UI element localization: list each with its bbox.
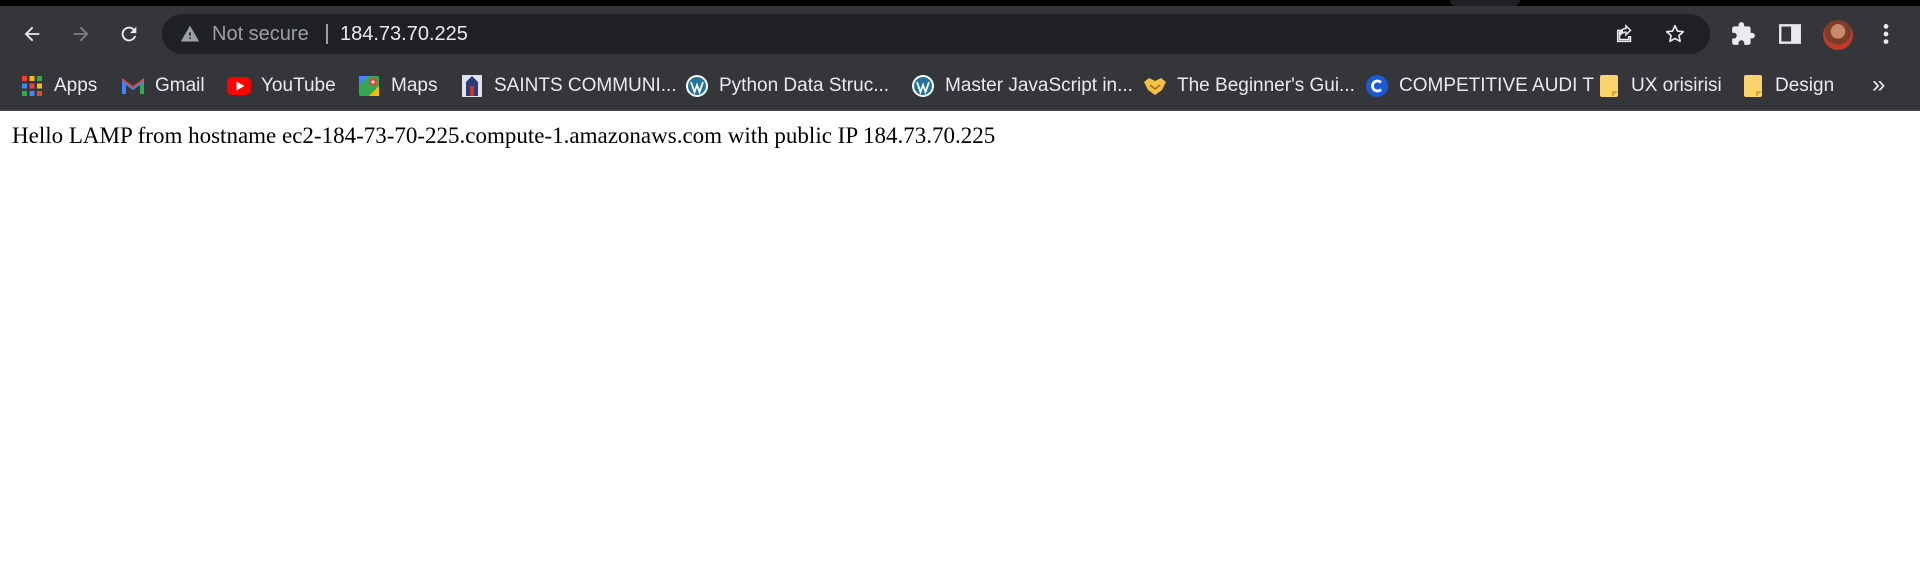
bookmark-label: The Beginner's Gui...: [1177, 75, 1355, 96]
reload-icon: [121, 26, 137, 42]
bookmark-saints-communi[interactable]: SAINTS COMMUNI...: [460, 62, 677, 110]
bookmark-python-data-struc[interactable]: Python Data Struc...: [685, 62, 889, 110]
page-content: Hello LAMP from hostname ec2-184-73-70-2…: [0, 111, 1920, 568]
maps-icon: [357, 74, 381, 98]
bookmark-label: Apps: [54, 75, 98, 96]
extensions-puzzle-icon[interactable]: [1730, 21, 1756, 47]
bookmark-ux-orisirisi[interactable]: UX orisirisi: [1597, 62, 1722, 110]
star-icon[interactable]: [1664, 23, 1686, 45]
bookmark-master-javascript[interactable]: Master JavaScript in...: [911, 62, 1133, 110]
bookmark-label: Gmail: [155, 75, 205, 96]
bookmark-label: Design: [1775, 75, 1835, 96]
hello-message: Hello LAMP from hostname ec2-184-73-70-2…: [12, 123, 996, 148]
bookmark-design[interactable]: Design: [1741, 62, 1834, 110]
gmail-icon: [121, 74, 145, 98]
bookmark-label: Maps: [391, 75, 438, 96]
bookmark-youtube[interactable]: YouTube: [227, 62, 336, 110]
forward-arrow-icon: [73, 26, 89, 42]
share-icon[interactable]: [1614, 23, 1636, 45]
note-icon: [1741, 74, 1765, 98]
bookmark-label: COMPETITIVE AUDI T: [1399, 75, 1594, 96]
back-arrow-icon: [24, 26, 40, 42]
bookmark-label: UX orisirisi: [1631, 75, 1722, 96]
security-status[interactable]: Not secure: [212, 14, 309, 54]
wordpress-icon: [911, 74, 935, 98]
reload-button[interactable]: [110, 15, 148, 53]
bookmarks-overflow-button[interactable]: »: [1872, 62, 1885, 110]
note-icon: [1597, 74, 1621, 98]
browser-toolbar: Not secure 184.73.70.225: [0, 6, 1920, 62]
bookmark-label: Master JavaScript in...: [945, 75, 1133, 96]
side-panel-icon[interactable]: [1777, 21, 1803, 47]
apps-grid-icon: [20, 74, 44, 98]
bookmark-competitive-audi[interactable]: COMPETITIVE AUDI T: [1365, 62, 1594, 110]
bookmark-label: SAINTS COMMUNI...: [494, 75, 677, 96]
bookmark-apps[interactable]: Apps: [20, 62, 97, 110]
youtube-icon: [227, 74, 251, 98]
c-logo-icon: [1365, 74, 1389, 98]
bookmark-label: YouTube: [261, 75, 336, 96]
bookmark-label: Python Data Struc...: [719, 75, 890, 96]
wordpress-icon: [685, 74, 709, 98]
warning-triangle-icon[interactable]: [180, 24, 200, 44]
handshake-icon: [1143, 74, 1167, 98]
saints-favicon: [460, 74, 484, 98]
bookmark-beginners-guide[interactable]: The Beginner's Gui...: [1143, 62, 1355, 110]
bookmark-maps[interactable]: Maps: [357, 62, 437, 110]
bookmarks-bar: Apps Gmail YouTube Maps SAINTS COMMUNI..…: [0, 62, 1920, 111]
profile-avatar[interactable]: [1823, 20, 1853, 50]
url-text[interactable]: 184.73.70.225: [340, 14, 468, 54]
back-button[interactable]: [13, 15, 51, 53]
forward-button[interactable]: [62, 15, 100, 53]
menu-kebab-icon[interactable]: [1873, 21, 1899, 47]
address-bar[interactable]: Not secure 184.73.70.225: [162, 14, 1710, 54]
omnibox-separator: [326, 24, 328, 44]
bookmark-gmail[interactable]: Gmail: [121, 62, 205, 110]
